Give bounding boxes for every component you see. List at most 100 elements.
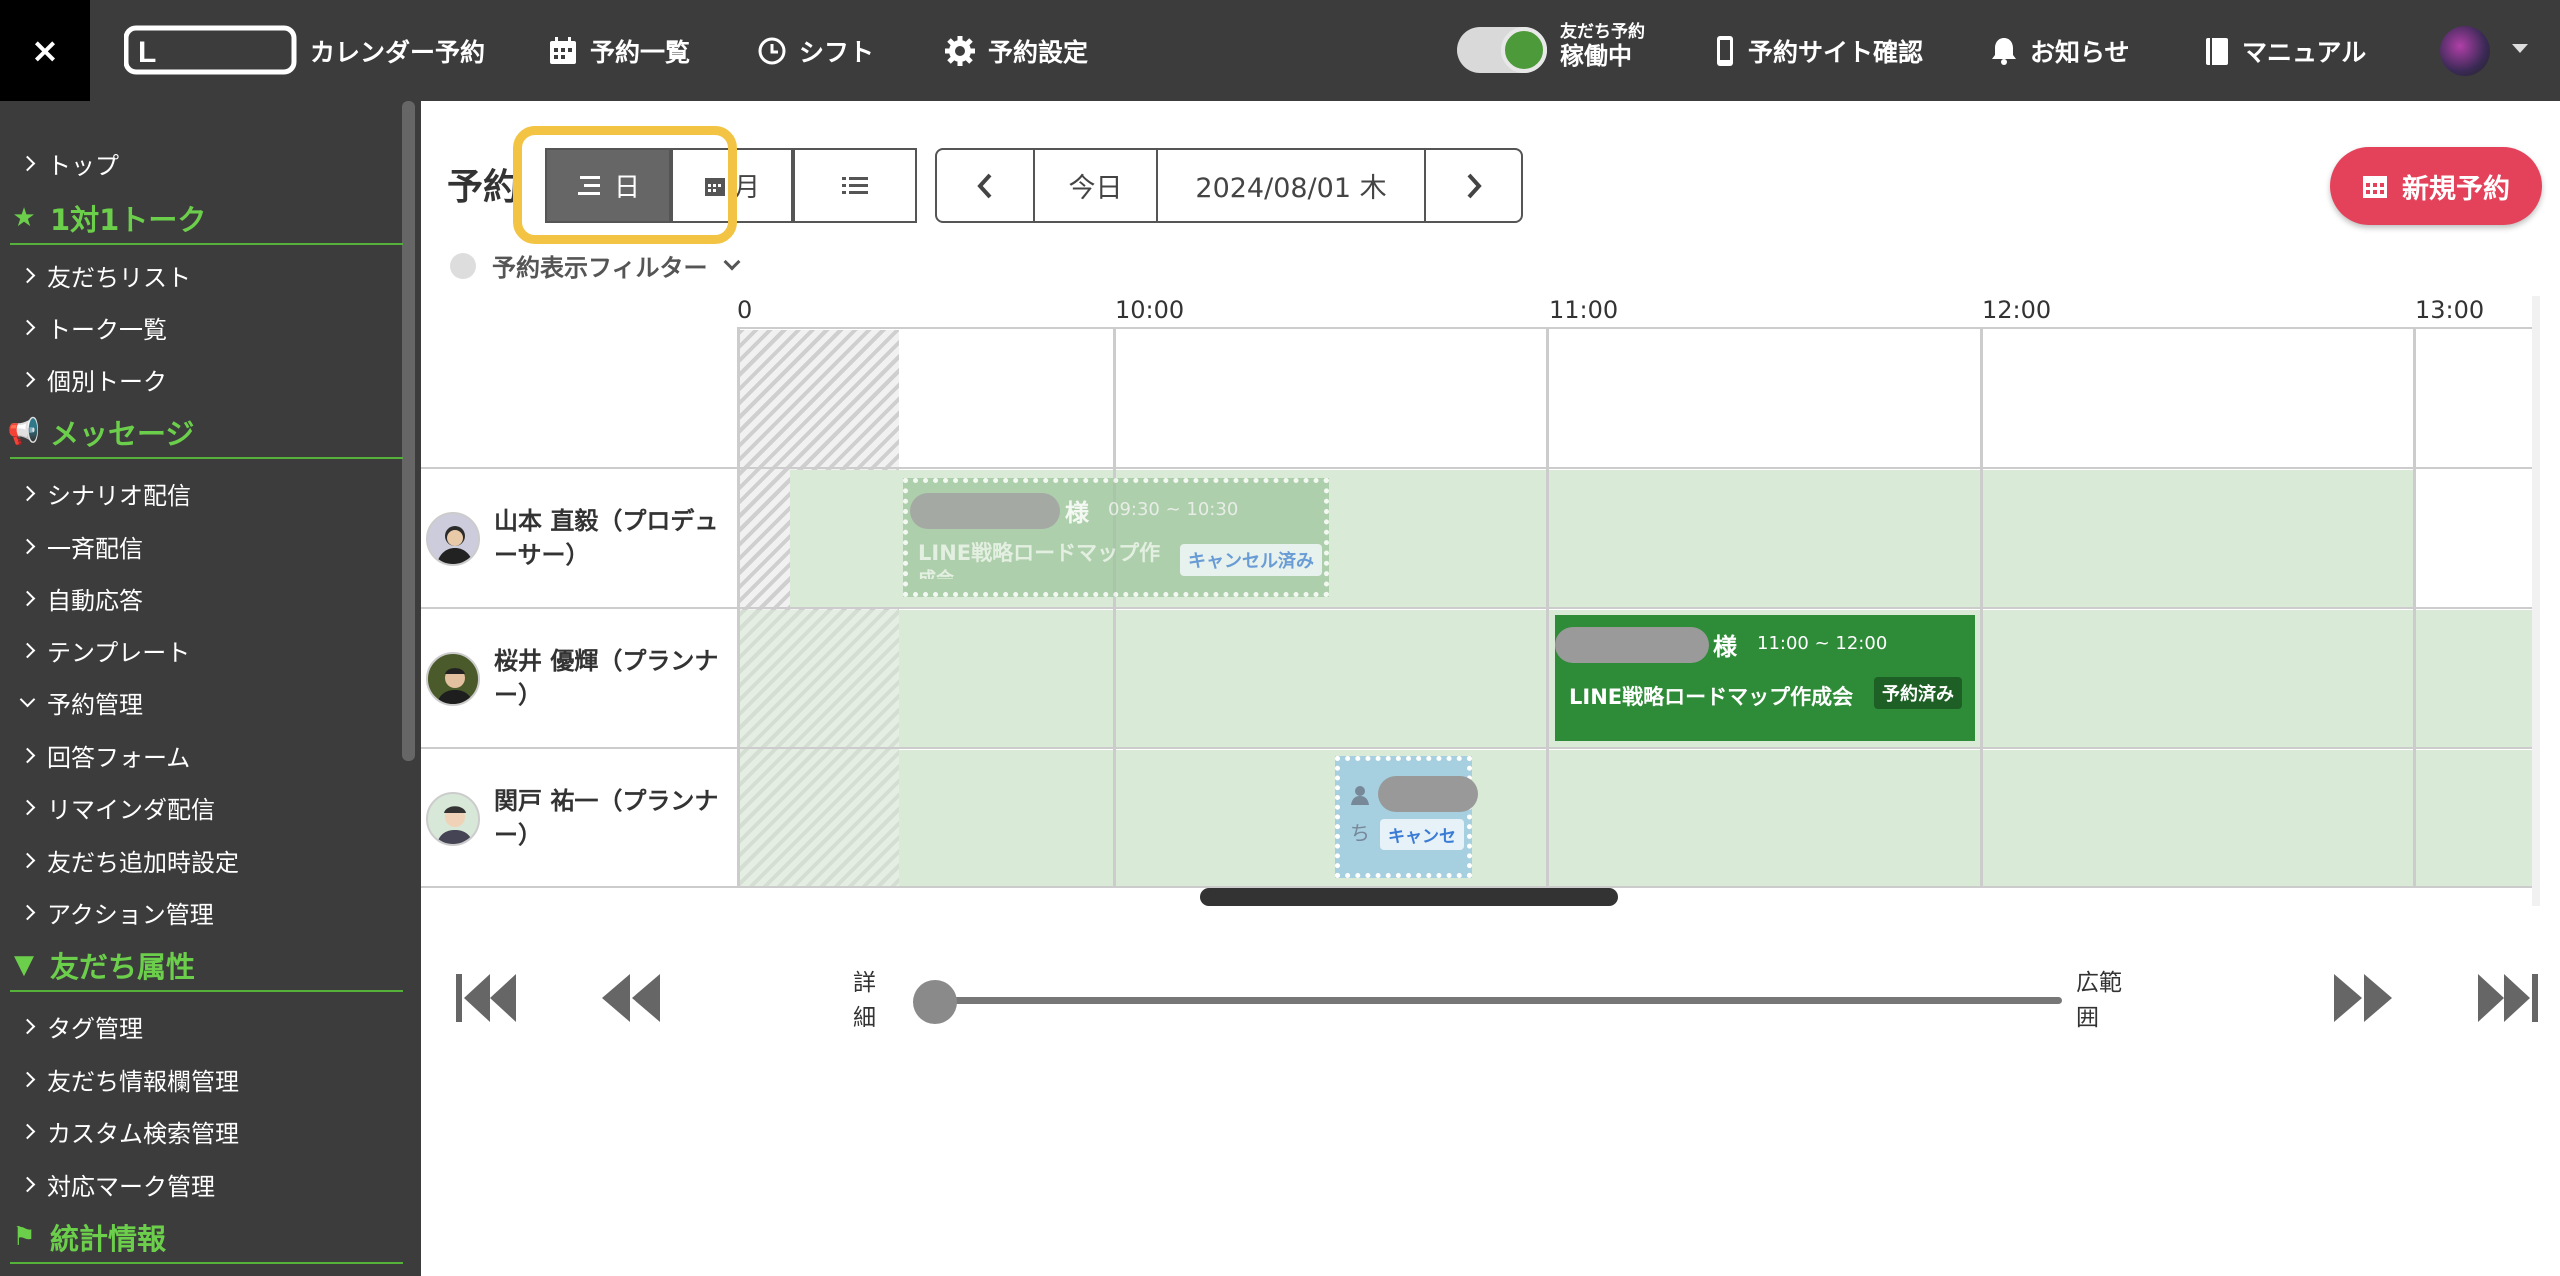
sidebar-item-answer-form[interactable]: 回答フォーム <box>19 738 190 773</box>
gear-icon <box>945 35 975 66</box>
section-title: カレンダー予約 <box>310 37 486 67</box>
fast-forward-button[interactable] <box>2332 970 2396 1030</box>
new-reservation-button[interactable]: 新規予約 <box>2330 147 2542 225</box>
sidebar-item-label: 友だち追加時設定 <box>47 849 239 877</box>
honorific-suffix: ち <box>1350 821 1370 845</box>
grid-line <box>1980 327 1983 887</box>
chevron-right-icon <box>19 319 36 336</box>
jump-to-start-button[interactable] <box>454 970 518 1030</box>
avatar <box>426 512 480 566</box>
flag-icon: ⚑ <box>12 1222 36 1252</box>
avatar <box>426 652 480 706</box>
reservation-title: LINE戦略ロードマップ作 <box>918 541 1161 565</box>
chevron-right-icon <box>19 799 36 816</box>
chevron-right-icon <box>19 371 36 388</box>
sidebar-item-talk-list[interactable]: トーク一覧 <box>19 310 167 345</box>
today-label: 今日 <box>1068 173 1123 204</box>
sidebar-item-top[interactable]: トップ <box>19 146 119 181</box>
calendar-icon <box>550 36 576 64</box>
book-icon <box>2206 37 2228 65</box>
view-list-button[interactable] <box>793 148 917 223</box>
app-logo[interactable]: L <box>124 24 300 76</box>
star-icon: ★ <box>12 203 36 233</box>
hour-label: 0 <box>737 296 753 324</box>
toggle-status: 友だち予約 稼働中 <box>1560 22 1645 71</box>
person-icon <box>1351 786 1369 805</box>
sidebar-item-auto-reply[interactable]: 自動応答 <box>19 581 143 616</box>
nav-shift[interactable]: シフト <box>757 0 874 101</box>
avatar <box>426 792 480 846</box>
sidebar-item-action[interactable]: アクション管理 <box>19 895 214 930</box>
reservation-filter-toggle[interactable]: 予約表示フィルター <box>450 248 741 283</box>
zoom-slider-track[interactable] <box>935 997 2062 1004</box>
chevron-right-icon <box>19 852 36 869</box>
filter-icon: ▼ <box>14 950 34 980</box>
sidebar-header-label: 統計情報 <box>50 1222 167 1256</box>
zoom-wide-label: 広範囲 <box>2076 970 2122 1031</box>
today-button[interactable]: 今日 <box>1033 148 1158 223</box>
zoom-detail-label: 詳細 <box>853 970 876 1031</box>
nav-manual[interactable]: マニュアル <box>2204 0 2366 101</box>
zoom-slider-handle[interactable] <box>913 980 957 1024</box>
sidebar-item-template[interactable]: テンプレート <box>19 633 191 668</box>
sidebar-header-label: メッセージ <box>50 417 195 451</box>
sidebar-item-friend-list[interactable]: 友だちリスト <box>19 258 191 293</box>
chevron-right-icon <box>19 267 36 284</box>
staff-row-header: 山本 直毅（プロデューサー） <box>426 470 724 608</box>
horizontal-scrollbar[interactable] <box>1200 888 1618 906</box>
jump-to-end-button[interactable] <box>2476 970 2540 1030</box>
friend-reservation-toggle[interactable] <box>1457 27 1547 73</box>
sidebar-header-label: 友だち属性 <box>50 950 196 984</box>
prev-day-button[interactable] <box>935 148 1035 223</box>
sidebar-item-custom-search[interactable]: カスタム検索管理 <box>19 1114 239 1149</box>
sidebar-item-add-friend-settings[interactable]: 友だち追加時設定 <box>19 843 239 878</box>
vertical-scroll-track[interactable] <box>2532 296 2540 906</box>
nav-site-check[interactable]: 予約サイト確認 <box>1714 0 1923 101</box>
sidebar-header-message[interactable]: 📢 メッセージ <box>7 411 403 459</box>
reservation-card-cancelled[interactable]: 様 09:30 ~ 10:30 LINE戦略ロードマップ作 成会 キャンセル済み <box>903 478 1329 597</box>
skip-forward-icon <box>2478 974 2538 1022</box>
reservation-title: LINE戦略ロードマップ作成会 <box>1569 685 1854 709</box>
rewind-icon <box>602 974 660 1022</box>
account-chevron-down-icon[interactable] <box>2512 44 2528 53</box>
hour-label: 13:00 <box>2415 296 2485 324</box>
sidebar-item-tag[interactable]: タグ管理 <box>19 1009 143 1044</box>
nav-notice[interactable]: お知らせ <box>1990 0 2130 101</box>
sidebar-item-response-mark[interactable]: 対応マーク管理 <box>19 1167 215 1202</box>
sidebar-header-friend-attributes[interactable]: ▼ 友だち属性 <box>10 944 403 992</box>
sidebar-item-friend-info[interactable]: 友だち情報欄管理 <box>19 1062 239 1097</box>
reservation-card-cancelled[interactable]: ち キャンセ <box>1335 756 1478 878</box>
chevron-right-icon <box>19 1071 36 1088</box>
chevron-right-icon <box>19 1123 36 1140</box>
sidebar-header-statistics[interactable]: ⚑ 統計情報 <box>10 1216 403 1264</box>
chevron-right-icon <box>19 590 36 607</box>
sidebar-header-one-on-one[interactable]: ★ 1対1トーク <box>10 197 403 245</box>
date-picker[interactable]: 2024/08/01 木 <box>1156 148 1426 223</box>
sidebar-item-label: テンプレート <box>47 639 191 667</box>
reservation-card-booked[interactable]: 様 11:00 ~ 12:00 LINE戦略ロードマップ作成会 予約済み <box>1555 615 1975 741</box>
next-day-button[interactable] <box>1424 148 1523 223</box>
nav-reservation-settings[interactable]: 予約設定 <box>944 0 1088 101</box>
hour-label: 11:00 <box>1549 296 1619 324</box>
sidebar-item-reservation[interactable]: 予約管理 <box>19 685 143 720</box>
hour-label: 12:00 <box>1982 296 2052 324</box>
user-avatar[interactable] <box>2440 26 2490 76</box>
reservation-time: 11:00 ~ 12:00 <box>1757 633 1888 654</box>
sidebar-item-label: 対応マーク管理 <box>47 1173 215 1201</box>
chevron-right-icon <box>19 904 36 921</box>
rewind-button[interactable] <box>598 970 662 1030</box>
lstep-logo-icon: L <box>124 25 297 75</box>
top-bar: × L カレンダー予約 予約一覧 シフト 予約設定 友だち予約 稼働中 予約サイ… <box>0 0 2560 101</box>
megaphone-icon: 📢 <box>7 417 41 447</box>
staff-row-header: 関戸 祐一（プランナー） <box>426 750 724 888</box>
sidebar-item-scenario[interactable]: シナリオ配信 <box>19 476 191 511</box>
close-button[interactable]: × <box>0 0 90 101</box>
status-badge: 予約済み <box>1874 677 1962 709</box>
nav-reservation-list[interactable]: 予約一覧 <box>548 0 690 101</box>
staff-name: 桜井 優輝（プランナー） <box>494 647 719 709</box>
sidebar-item-individual-talk[interactable]: 個別トーク <box>19 362 167 397</box>
sidebar-item-reminder[interactable]: リマインダ配信 <box>19 790 215 825</box>
sidebar-scrollbar[interactable] <box>402 101 415 761</box>
sidebar-item-broadcast[interactable]: 一斉配信 <box>19 529 143 564</box>
chevron-down-icon <box>19 691 36 708</box>
